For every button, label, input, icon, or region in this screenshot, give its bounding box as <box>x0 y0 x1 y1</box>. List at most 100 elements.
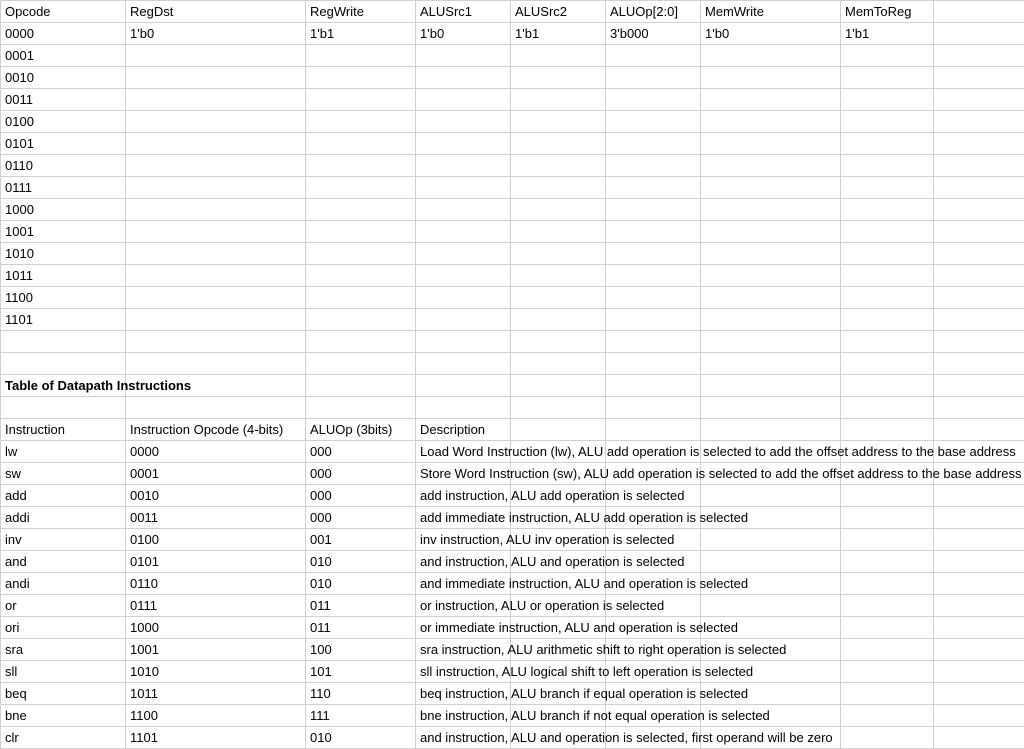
cell[interactable] <box>934 1 1024 23</box>
cell[interactable] <box>416 133 511 155</box>
cell[interactable] <box>841 265 934 287</box>
cell[interactable] <box>126 89 306 111</box>
cell[interactable] <box>841 485 934 507</box>
cell[interactable] <box>416 221 511 243</box>
cell[interactable] <box>701 155 841 177</box>
cell[interactable]: MemWrite <box>701 1 841 23</box>
cell[interactable] <box>934 573 1024 595</box>
cell[interactable]: ori <box>1 617 126 639</box>
cell[interactable] <box>841 551 934 573</box>
cell[interactable] <box>606 221 701 243</box>
cell[interactable] <box>841 133 934 155</box>
cell[interactable]: 0000 <box>126 441 306 463</box>
cell[interactable] <box>306 45 416 67</box>
cell[interactable]: 1101 <box>126 727 306 749</box>
cell[interactable]: or immediate instruction, ALU and operat… <box>416 617 511 639</box>
cell[interactable] <box>934 639 1024 661</box>
cell[interactable] <box>1 353 126 375</box>
cell[interactable] <box>934 287 1024 309</box>
cell[interactable] <box>511 89 606 111</box>
cell[interactable]: 1011 <box>126 683 306 705</box>
cell[interactable] <box>416 155 511 177</box>
cell[interactable] <box>934 199 1024 221</box>
cell[interactable] <box>511 397 606 419</box>
cell[interactable]: 0111 <box>1 177 126 199</box>
cell[interactable] <box>606 375 701 397</box>
cell[interactable]: sw <box>1 463 126 485</box>
cell[interactable]: 0100 <box>126 529 306 551</box>
cell[interactable] <box>841 705 934 727</box>
cell[interactable] <box>934 727 1024 749</box>
cell[interactable]: 010 <box>306 551 416 573</box>
cell[interactable]: 1'b0 <box>416 23 511 45</box>
cell[interactable] <box>934 507 1024 529</box>
cell[interactable] <box>841 111 934 133</box>
cell[interactable] <box>306 221 416 243</box>
cell[interactable] <box>126 287 306 309</box>
cell[interactable]: bne <box>1 705 126 727</box>
cell[interactable] <box>841 617 934 639</box>
cell[interactable]: Instruction Opcode (4-bits) <box>126 419 306 441</box>
cell[interactable] <box>701 595 841 617</box>
cell[interactable] <box>606 111 701 133</box>
cell[interactable] <box>511 331 606 353</box>
cell[interactable]: clr <box>1 727 126 749</box>
cell[interactable] <box>606 287 701 309</box>
cell[interactable] <box>841 397 934 419</box>
cell[interactable] <box>841 419 934 441</box>
cell[interactable]: beq instruction, ALU branch if equal ope… <box>416 683 511 705</box>
cell[interactable] <box>934 265 1024 287</box>
cell[interactable] <box>934 661 1024 683</box>
cell[interactable]: 1101 <box>1 309 126 331</box>
cell[interactable] <box>934 485 1024 507</box>
cell[interactable] <box>126 309 306 331</box>
cell[interactable] <box>934 353 1024 375</box>
cell[interactable] <box>126 45 306 67</box>
cell[interactable] <box>841 353 934 375</box>
cell[interactable]: 011 <box>306 617 416 639</box>
cell[interactable] <box>306 133 416 155</box>
cell[interactable] <box>701 199 841 221</box>
cell[interactable] <box>701 529 841 551</box>
cell[interactable]: 1000 <box>1 199 126 221</box>
cell[interactable]: sll <box>1 661 126 683</box>
cell[interactable] <box>306 353 416 375</box>
cell[interactable]: ALUOp[2:0] <box>606 1 701 23</box>
cell[interactable]: 1001 <box>1 221 126 243</box>
cell[interactable]: Store Word Instruction (sw), ALU add ope… <box>416 463 511 485</box>
cell[interactable] <box>701 397 841 419</box>
cell[interactable] <box>511 375 606 397</box>
cell[interactable]: ALUSrc1 <box>416 1 511 23</box>
cell[interactable] <box>934 397 1024 419</box>
cell[interactable] <box>934 133 1024 155</box>
cell[interactable] <box>841 375 934 397</box>
cell[interactable] <box>606 89 701 111</box>
cell[interactable] <box>126 133 306 155</box>
cell[interactable] <box>701 551 841 573</box>
cell[interactable]: RegDst <box>126 1 306 23</box>
cell[interactable] <box>511 419 606 441</box>
cell[interactable]: 100 <box>306 639 416 661</box>
cell[interactable]: 1'b0 <box>701 23 841 45</box>
cell[interactable]: 1'b1 <box>841 23 934 45</box>
cell[interactable]: 1'b1 <box>306 23 416 45</box>
cell[interactable] <box>841 199 934 221</box>
cell[interactable]: sra <box>1 639 126 661</box>
cell[interactable] <box>511 199 606 221</box>
cell[interactable]: 1010 <box>126 661 306 683</box>
cell[interactable]: sra instruction, ALU arithmetic shift to… <box>416 639 511 661</box>
cell[interactable] <box>306 155 416 177</box>
cell[interactable]: 101 <box>306 661 416 683</box>
cell[interactable]: 010 <box>306 727 416 749</box>
cell[interactable] <box>934 705 1024 727</box>
cell[interactable] <box>841 309 934 331</box>
cell[interactable]: 000 <box>306 485 416 507</box>
cell[interactable]: and instruction, ALU and operation is se… <box>416 551 511 573</box>
cell[interactable]: MemToReg <box>841 1 934 23</box>
cell[interactable]: RegWrite <box>306 1 416 23</box>
cell[interactable]: or instruction, ALU or operation is sele… <box>416 595 511 617</box>
cell[interactable] <box>841 67 934 89</box>
cell[interactable]: Description <box>416 419 511 441</box>
cell[interactable]: 0011 <box>1 89 126 111</box>
cell[interactable]: 0110 <box>1 155 126 177</box>
